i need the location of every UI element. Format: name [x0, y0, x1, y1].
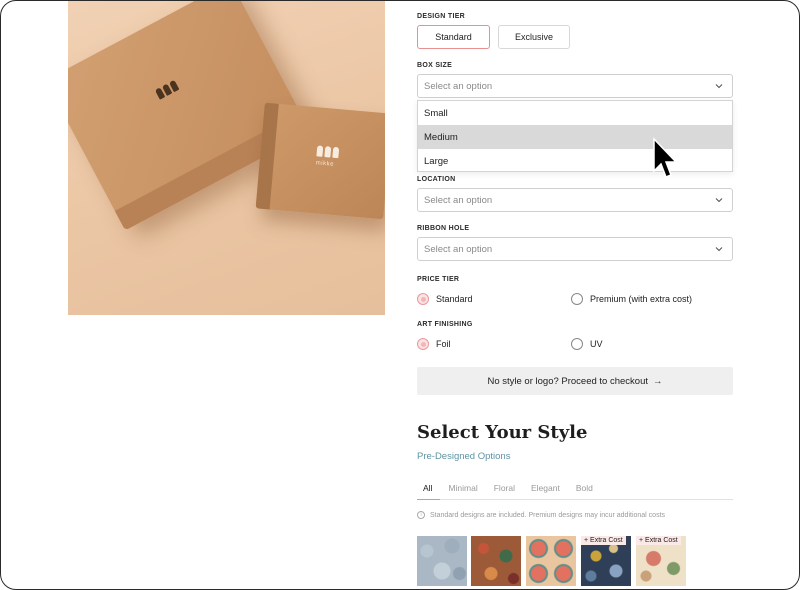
info-icon: i	[417, 511, 425, 519]
chevron-down-icon	[714, 244, 724, 254]
tab-all[interactable]: All	[417, 483, 441, 500]
box-size-placeholder: Select an option	[424, 80, 493, 92]
art-finishing-uv-label: UV	[590, 339, 603, 349]
mouse-cursor-icon	[653, 137, 678, 178]
art-finishing-foil-label: Foil	[436, 339, 451, 349]
brand-wordmark: mikke	[315, 160, 335, 168]
proceed-to-checkout-button[interactable]: No style or logo? Proceed to checkout →	[417, 367, 733, 395]
box-size-select[interactable]: Select an option	[417, 74, 733, 98]
brand-logo-icon	[154, 79, 180, 100]
radio-checked-icon[interactable]	[417, 338, 429, 350]
design-tier-standard-button[interactable]: Standard	[417, 25, 490, 49]
chevron-down-icon	[714, 81, 724, 91]
art-finishing-label: ART FINISHING	[417, 321, 473, 328]
box-size-dropdown: Small Medium Large	[417, 100, 733, 172]
tab-bold[interactable]: Bold	[568, 483, 601, 500]
price-tier-premium-option[interactable]: Premium (with extra cost)	[571, 293, 692, 305]
location-label: LOCATION	[417, 176, 456, 183]
radio-unchecked-icon[interactable]	[571, 293, 583, 305]
price-tier-premium-label: Premium (with extra cost)	[590, 294, 693, 304]
product-image: mikke	[68, 1, 385, 315]
box-size-option-large[interactable]: Large	[418, 149, 732, 173]
select-style-heading: Select Your Style	[417, 422, 588, 443]
radio-checked-icon[interactable]	[417, 293, 429, 305]
radio-unchecked-icon[interactable]	[571, 338, 583, 350]
checkout-label: No style or logo? Proceed to checkout	[487, 375, 649, 387]
tab-floral[interactable]: Floral	[486, 483, 523, 500]
box-size-option-small[interactable]: Small	[418, 101, 732, 125]
art-finishing-foil-option[interactable]: Foil	[417, 338, 451, 350]
ribbon-hole-select[interactable]: Select an option	[417, 237, 733, 261]
pre-designed-options-link[interactable]: Pre-Designed Options	[417, 451, 510, 462]
small-box-illustration: mikke	[255, 102, 385, 220]
pricing-note-text: Standard designs are included. Premium d…	[430, 511, 666, 519]
style-swatch-cream-floral[interactable]: + Extra Cost	[636, 536, 686, 586]
ribbon-hole-placeholder: Select an option	[424, 243, 493, 255]
tab-elegant[interactable]: Elegant	[523, 483, 568, 500]
art-finishing-uv-option[interactable]: UV	[571, 338, 603, 350]
box-size-option-medium[interactable]: Medium	[418, 125, 732, 149]
extra-cost-badge: + Extra Cost	[581, 536, 626, 545]
style-swatch-floral-tiles[interactable]	[526, 536, 576, 586]
style-swatch-paisley[interactable]	[471, 536, 521, 586]
ribbon-hole-label: RIBBON HOLE	[417, 225, 470, 232]
location-select[interactable]: Select an option	[417, 188, 733, 212]
extra-cost-badge: + Extra Cost	[636, 536, 681, 545]
design-tier-exclusive-button[interactable]: Exclusive	[498, 25, 570, 49]
box-size-label: BOX SIZE	[417, 62, 453, 69]
tab-minimal[interactable]: Minimal	[440, 483, 485, 500]
design-tier-label: DESIGN TIER	[417, 13, 466, 20]
app-frame: mikke DESIGN TIER Standard Exclusive BOX…	[0, 0, 800, 590]
pricing-note: i Standard designs are included. Premium…	[417, 511, 665, 519]
style-tabs: All Minimal Floral Elegant Bold	[417, 483, 733, 500]
brand-logo-icon	[316, 145, 340, 159]
price-tier-standard-option[interactable]: Standard	[417, 293, 473, 305]
location-placeholder: Select an option	[424, 194, 493, 206]
style-swatch-camouflage[interactable]	[417, 536, 467, 586]
price-tier-standard-label: Standard	[436, 294, 473, 304]
arrow-right-icon: →	[653, 375, 663, 387]
chevron-down-icon	[714, 195, 724, 205]
price-tier-label: PRICE TIER	[417, 276, 460, 283]
style-swatch-navy-floral[interactable]: + Extra Cost	[581, 536, 631, 586]
